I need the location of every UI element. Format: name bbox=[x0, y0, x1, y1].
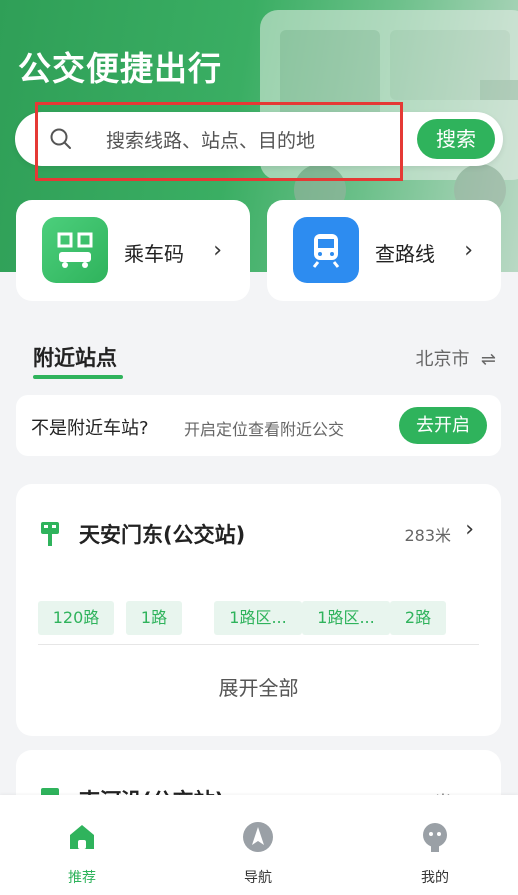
search-button[interactable]: 搜索 bbox=[417, 119, 495, 159]
station-card[interactable]: 天安门东(公交站) 283米 › 120路 1路 1路区... 1路区... 2… bbox=[16, 484, 501, 736]
route-chip[interactable]: 1路区... bbox=[302, 601, 390, 635]
location-prompt-title: 不是附近车站? bbox=[31, 418, 149, 439]
route-query-label: 查路线 bbox=[375, 242, 435, 266]
route-chip[interactable]: 1路 bbox=[126, 601, 182, 635]
chevron-right-icon: › bbox=[213, 238, 222, 263]
city-label: 北京市 bbox=[415, 349, 470, 370]
nav-label: 我的 bbox=[421, 870, 449, 886]
chevron-right-icon: › bbox=[464, 238, 473, 263]
nav-label: 推荐 bbox=[68, 870, 96, 886]
route-chip[interactable]: 1路区... bbox=[214, 601, 302, 635]
expand-all-button[interactable]: 展开全部 bbox=[16, 672, 501, 701]
train-icon bbox=[293, 217, 359, 283]
nav-item-navigation[interactable]: 导航 bbox=[218, 821, 298, 887]
home-icon bbox=[70, 825, 94, 849]
highlight-box bbox=[35, 102, 403, 181]
bottom-nav: 推荐 导航 我的 bbox=[0, 795, 518, 895]
nav-item-mine[interactable]: 我的 bbox=[395, 821, 475, 887]
tab-underline bbox=[33, 375, 123, 379]
nav-label: 导航 bbox=[244, 870, 272, 886]
compass-icon bbox=[243, 822, 273, 852]
ride-code-label: 乘车码 bbox=[124, 242, 184, 266]
user-icon bbox=[423, 823, 447, 852]
chevron-right-icon[interactable]: › bbox=[465, 517, 474, 542]
station-distance: 283米 bbox=[404, 526, 451, 545]
page-title: 公交便捷出行 bbox=[18, 49, 222, 88]
route-chip[interactable]: 2路 bbox=[390, 601, 446, 635]
qr-code-icon bbox=[42, 217, 108, 283]
route-chip[interactable]: 120路 bbox=[38, 601, 114, 635]
tab-nearby-stations[interactable]: 附近站点 bbox=[33, 342, 117, 372]
location-prompt: 不是附近车站? 开启定位查看附近公交 去开启 bbox=[16, 395, 501, 456]
divider bbox=[38, 644, 479, 645]
location-prompt-subtitle: 开启定位查看附近公交 bbox=[184, 420, 345, 439]
enable-location-button[interactable]: 去开启 bbox=[399, 407, 487, 444]
nav-item-recommend[interactable]: 推荐 bbox=[42, 821, 122, 887]
bus-stop-icon bbox=[41, 522, 59, 546]
route-query-card[interactable]: 查路线 › bbox=[267, 200, 501, 301]
city-selector[interactable]: 北京市 ⇌ bbox=[415, 345, 496, 371]
ride-code-card[interactable]: 乘车码 › bbox=[16, 200, 250, 301]
station-name: 天安门东(公交站) bbox=[79, 523, 246, 547]
swap-icon: ⇌ bbox=[475, 349, 496, 370]
